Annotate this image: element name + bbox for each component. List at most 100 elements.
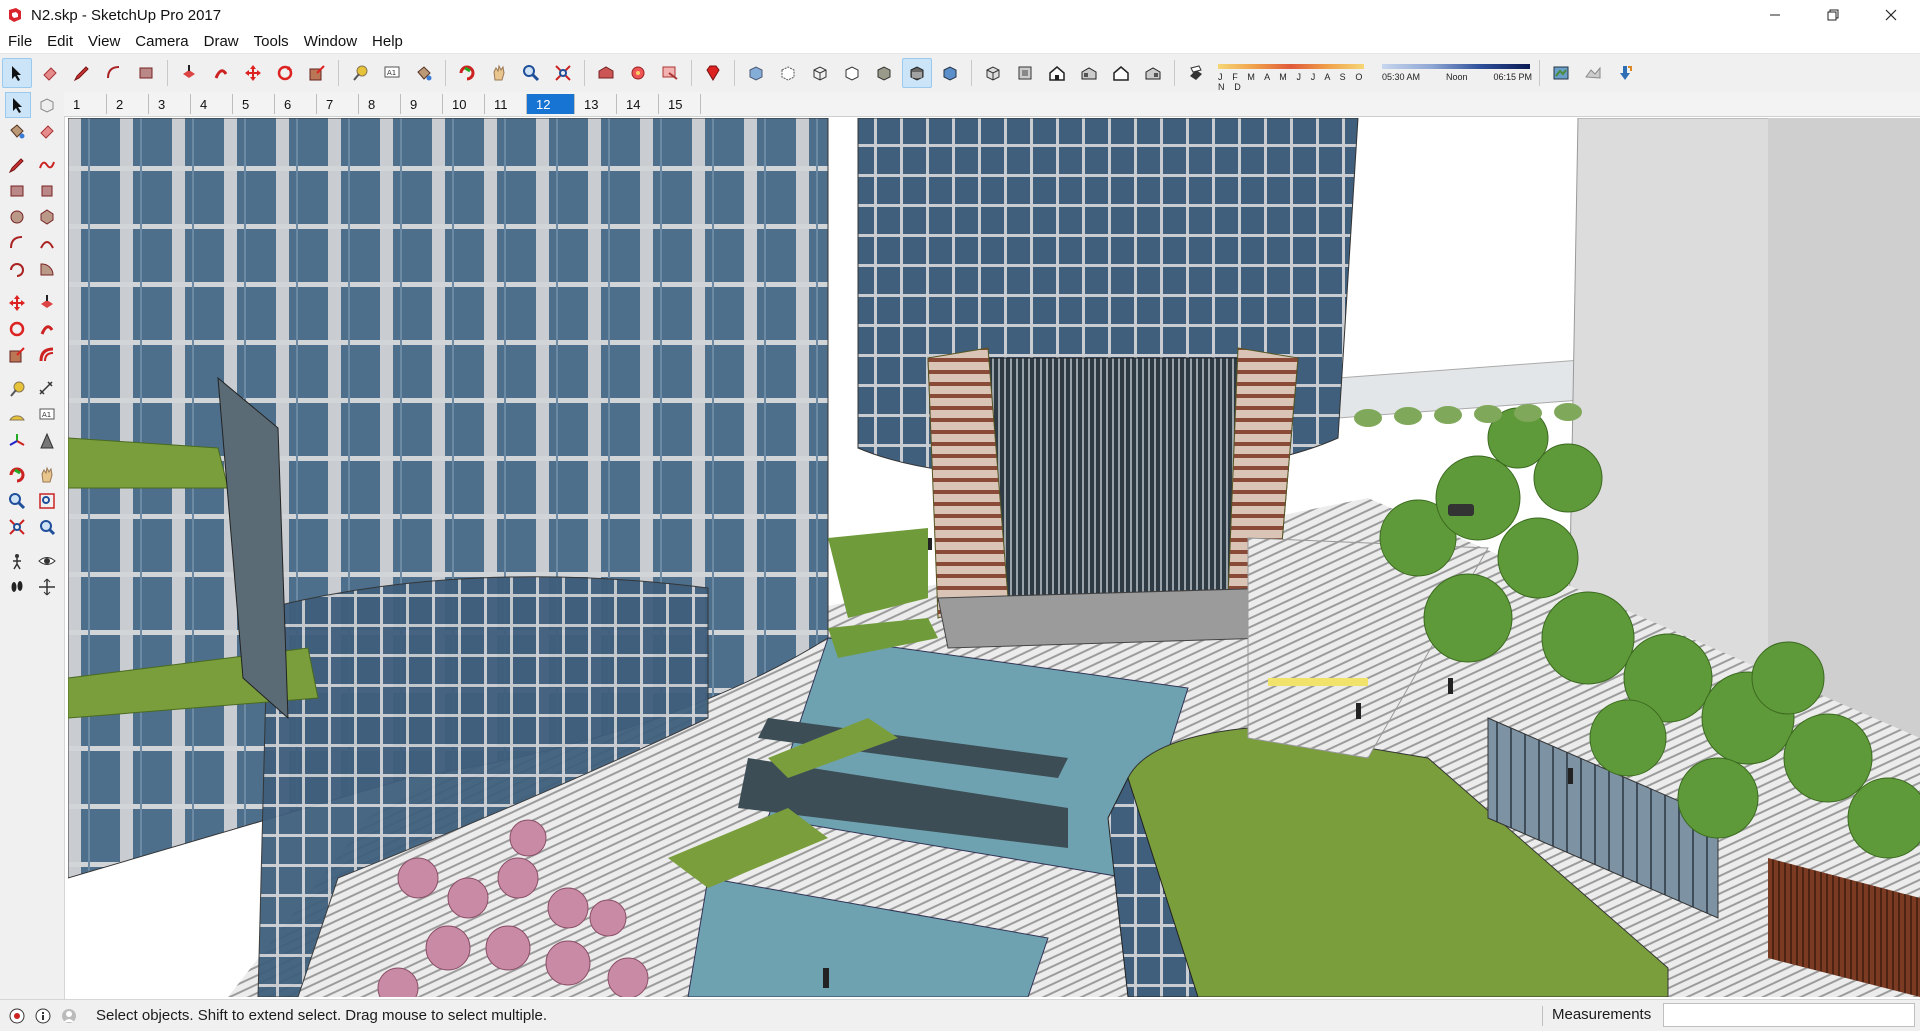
back-view-button[interactable] [1107,59,1135,87]
text-tool-button[interactable]: A1 [378,59,406,87]
make-component-tool[interactable] [36,93,60,117]
move-tool[interactable] [5,291,30,315]
tape-measure-tool[interactable] [5,377,30,401]
scale-tool-button[interactable] [303,59,331,87]
account-status[interactable] [60,1007,78,1025]
shadows-toggle-button[interactable] [1182,59,1210,87]
text-tool[interactable]: A1 [35,403,60,427]
scene-tab-15[interactable]: 15 [658,94,700,114]
orbit-button[interactable] [453,59,481,87]
shaded-button[interactable] [870,59,898,87]
paint-bucket-button[interactable] [410,59,438,87]
extension-warehouse-button[interactable] [656,59,684,87]
front-view-button[interactable] [1043,59,1071,87]
wireframe-button[interactable] [806,59,834,87]
shape-tool-button[interactable] [132,59,160,87]
zoom-extents-button[interactable] [549,59,577,87]
menu-file[interactable]: File [2,33,38,50]
follow-me-tool[interactable] [35,317,60,341]
menu-edit[interactable]: Edit [41,33,79,50]
menu-view[interactable]: View [82,33,126,50]
walk-tool[interactable] [5,575,30,599]
scene-tab-1[interactable]: 1 [64,94,106,114]
line-tool[interactable] [5,153,30,177]
position-camera-tool[interactable] [5,549,30,573]
orbit-tool[interactable] [5,463,30,487]
select-tool[interactable] [5,92,31,118]
scene-tab-5[interactable]: 5 [232,94,274,114]
circle-tool[interactable] [5,205,30,229]
scene-tab-6[interactable]: 6 [274,94,316,114]
eraser-tool[interactable] [35,119,60,143]
pan-tool[interactable] [35,463,60,487]
tape-measure-button[interactable] [346,59,374,87]
shaded-textures-button[interactable] [902,58,932,88]
scene-tab-13[interactable]: 13 [574,94,616,114]
zoom-window-tool[interactable] [35,489,60,513]
zoom-tool[interactable] [5,489,30,513]
push-pull-tool[interactable] [35,291,60,315]
left-view-button[interactable] [1139,59,1167,87]
protractor-tool[interactable] [5,403,30,427]
scene-tab-10[interactable]: 10 [442,94,484,114]
scene-tab-12[interactable]: 12 [526,94,574,114]
menu-window[interactable]: Window [298,33,363,50]
iso-view-button[interactable] [979,59,1007,87]
scene-tab-9[interactable]: 9 [400,94,442,114]
shadow-time-slider[interactable]: 05:30 AM Noon 06:15 PM [1382,58,1534,88]
monochrome-button[interactable] [936,59,964,87]
look-around-tool[interactable] [35,549,60,573]
zoom-extents-tool[interactable] [5,515,30,539]
two-point-arc-tool[interactable] [35,231,60,255]
scale-tool[interactable] [5,343,30,367]
rectangle-tool[interactable] [5,179,30,203]
scene-tab-7[interactable]: 7 [316,94,358,114]
scene-tab-2[interactable]: 2 [106,94,148,114]
xray-style-button[interactable] [742,59,770,87]
move-tool-button[interactable] [239,59,267,87]
rotate-tool[interactable] [5,317,30,341]
axes-tool[interactable] [5,429,30,453]
polygon-tool[interactable] [35,205,60,229]
warehouse-button[interactable] [592,59,620,87]
toggle-terrain-button[interactable] [1579,59,1607,87]
push-pull-button[interactable] [175,59,203,87]
pie-tool[interactable] [35,257,60,281]
shadow-month-slider[interactable]: J F M A M J J A S O N D [1218,58,1368,92]
paint-bucket-tool[interactable] [5,119,30,143]
geolocation-status[interactable] [8,1007,26,1025]
line-tool-button[interactable] [68,59,96,87]
scene-tab-11[interactable]: 11 [484,94,526,114]
back-edges-button[interactable] [774,59,802,87]
select-tool-button[interactable] [2,58,32,88]
rotated-rectangle-tool[interactable] [35,179,60,203]
top-view-button[interactable] [1011,59,1039,87]
credits-status[interactable] [34,1007,52,1025]
minimize-button[interactable] [1746,0,1804,30]
ruby-console-button[interactable] [699,59,727,87]
rotate-tool-button[interactable] [271,59,299,87]
arc-tool[interactable] [5,231,30,255]
offset-tool[interactable] [35,343,60,367]
menu-draw[interactable]: Draw [198,33,245,50]
zoom-button[interactable] [517,59,545,87]
scene-tab-3[interactable]: 3 [148,94,190,114]
scene-tab-14[interactable]: 14 [616,94,658,114]
import-button[interactable] [1611,59,1639,87]
measurements-input[interactable] [1663,1003,1915,1027]
three-point-arc-tool[interactable] [5,257,30,281]
3d-text-tool[interactable] [35,429,60,453]
right-view-button[interactable] [1075,59,1103,87]
close-button[interactable] [1862,0,1920,30]
arc-tool-button[interactable] [100,59,128,87]
section-plane-tool[interactable] [35,575,60,599]
restore-button[interactable] [1804,0,1862,30]
eraser-tool-button[interactable] [36,59,64,87]
dimension-tool[interactable] [35,377,60,401]
add-location-button[interactable] [1547,59,1575,87]
scene-tab-4[interactable]: 4 [190,94,232,114]
scene-tab-8[interactable]: 8 [358,94,400,114]
menu-help[interactable]: Help [366,33,409,50]
hidden-line-button[interactable] [838,59,866,87]
menu-tools[interactable]: Tools [248,33,295,50]
